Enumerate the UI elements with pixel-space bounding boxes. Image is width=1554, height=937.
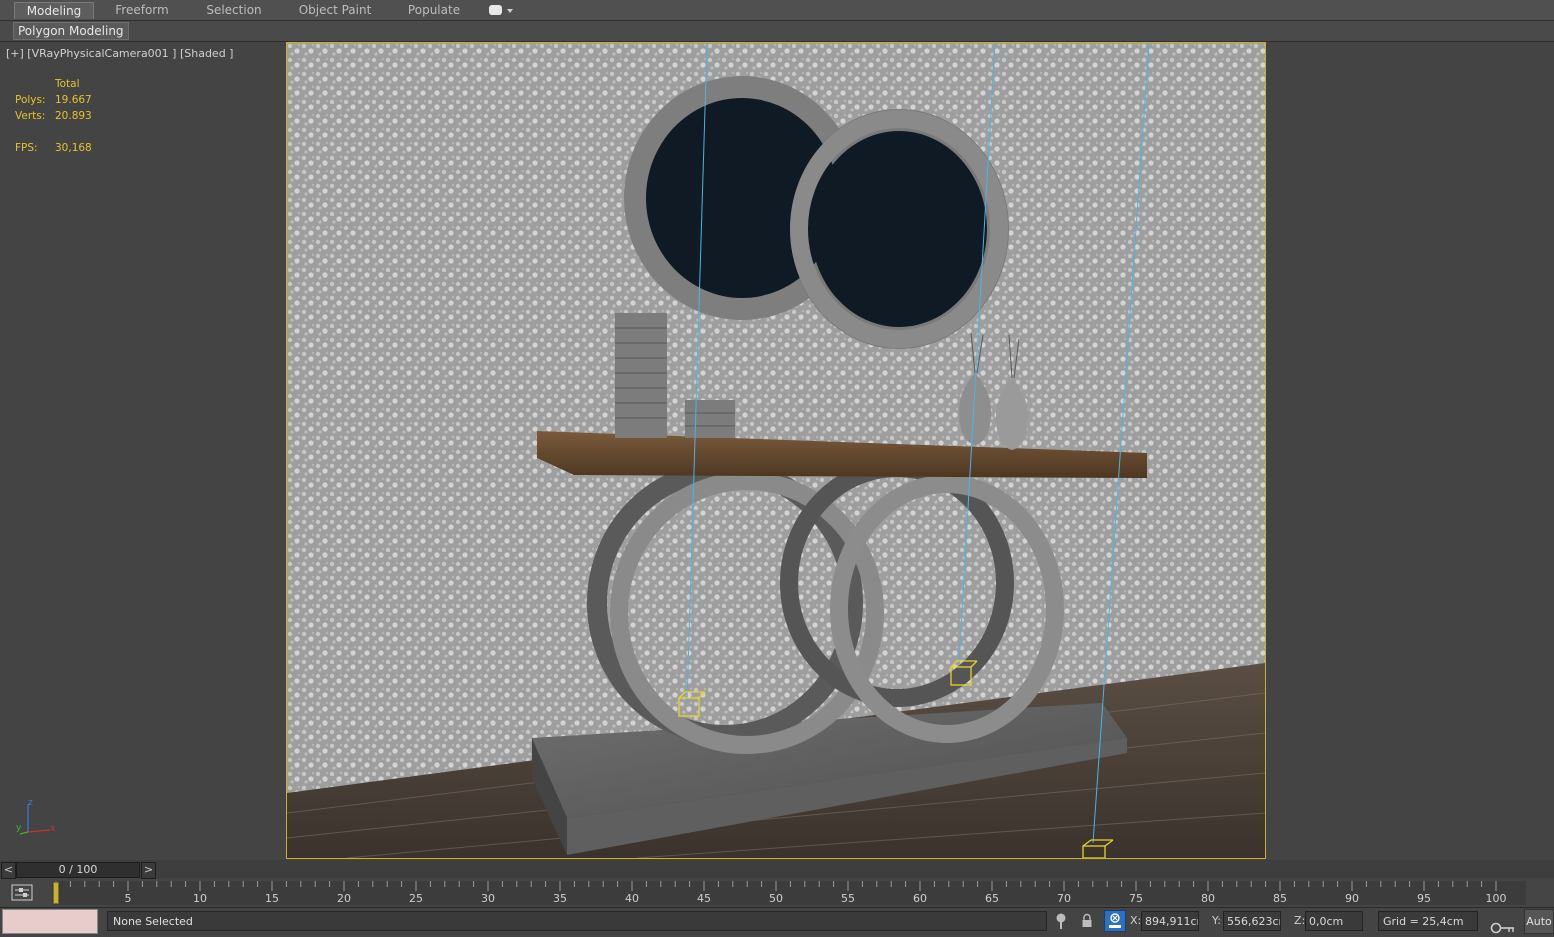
track-tick-label: 10 — [193, 892, 207, 905]
ribbon-panel-bar — [0, 21, 1554, 42]
track-tick-label: 30 — [481, 892, 495, 905]
next-frame-button[interactable]: > — [141, 862, 156, 879]
track-frame-cursor[interactable] — [53, 882, 59, 904]
previous-frame-button[interactable]: < — [1, 862, 16, 879]
track-tick-label: 40 — [625, 892, 639, 905]
z-coord-field[interactable]: 0,0cm — [1305, 911, 1363, 931]
shaded-render-view[interactable] — [286, 42, 1266, 859]
maxscript-listener-swatch[interactable] — [2, 909, 98, 934]
isolate-selection-icon[interactable] — [1055, 912, 1067, 930]
viewport-label-menu[interactable]: [+] [VRayPhysicalCamera001 ] [Shaded ] — [6, 47, 233, 60]
track-tick-label: 25 — [409, 892, 423, 905]
tab-populate[interactable]: Populate — [398, 2, 470, 18]
scene-render — [287, 43, 1265, 858]
track-tick-label: 35 — [553, 892, 567, 905]
absolute-mode-transform-icon[interactable] — [1104, 910, 1126, 932]
track-tick-label: 95 — [1417, 892, 1431, 905]
polygon-modeling-panel-button[interactable]: Polygon Modeling — [13, 22, 129, 40]
track-tick-label: 70 — [1057, 892, 1071, 905]
stats-polys-label: Polys: — [15, 94, 46, 106]
tab-object-paint[interactable]: Object Paint — [289, 2, 381, 18]
y-coord-field[interactable]: 556,623cm — [1223, 911, 1281, 931]
auto-key-button[interactable]: Auto — [1524, 909, 1554, 934]
axis-tripod-icon: z y x — [16, 798, 56, 835]
ribbon-options-icon[interactable] — [489, 5, 513, 16]
track-tick-label: 55 — [841, 892, 855, 905]
track-tick-label: 50 — [769, 892, 783, 905]
track-tick-label: 65 — [985, 892, 999, 905]
x-coord-field[interactable]: 894,911cm — [1141, 911, 1199, 931]
stats-fps-label: FPS: — [15, 142, 38, 154]
tab-selection[interactable]: Selection — [195, 2, 273, 18]
ribbon-tab-bar: Modeling Freeform Selection Object Paint… — [0, 0, 1554, 21]
set-key-icon[interactable] — [1490, 922, 1516, 934]
x-coord-label: X: — [1130, 914, 1142, 927]
decor-tall-block — [615, 313, 667, 438]
decor-short-block — [685, 400, 735, 438]
stats-polys-value: 19.667 — [55, 94, 92, 106]
axis-y-label: y — [16, 823, 22, 833]
time-slider[interactable]: 0 / 100 — [16, 862, 140, 878]
tab-freeform[interactable]: Freeform — [103, 2, 181, 18]
track-tick-label: 20 — [337, 892, 351, 905]
track-tick-label: 5 — [124, 892, 132, 905]
curve-editor-icon[interactable] — [10, 883, 34, 902]
track-tick-marks — [55, 881, 1497, 891]
stats-fps-value: 30,168 — [55, 142, 92, 154]
track-tick-label: 100 — [1485, 892, 1507, 905]
grid-size-display: Grid = 25,4cm — [1378, 911, 1478, 931]
stats-verts-value: 20.893 — [55, 110, 92, 122]
track-tick-label: 45 — [697, 892, 711, 905]
selection-status-field: None Selected — [107, 911, 1047, 931]
track-tick-label: 85 — [1273, 892, 1287, 905]
stats-header: Total — [55, 78, 80, 90]
tab-modeling[interactable]: Modeling — [14, 2, 94, 19]
track-tick-label: 15 — [265, 892, 279, 905]
track-tick-label: 80 — [1201, 892, 1215, 905]
axis-z-label: z — [28, 798, 33, 808]
track-tick-label: 60 — [913, 892, 927, 905]
lock-selection-icon[interactable] — [1081, 913, 1093, 928]
y-coord-label: Y: — [1212, 914, 1221, 927]
z-coord-label: Z: — [1294, 914, 1306, 927]
stats-verts-label: Verts: — [15, 110, 46, 122]
time-slider-bar — [0, 860, 1554, 878]
axis-x-label: x — [50, 824, 56, 834]
track-tick-label: 75 — [1129, 892, 1143, 905]
track-tick-label: 90 — [1345, 892, 1359, 905]
